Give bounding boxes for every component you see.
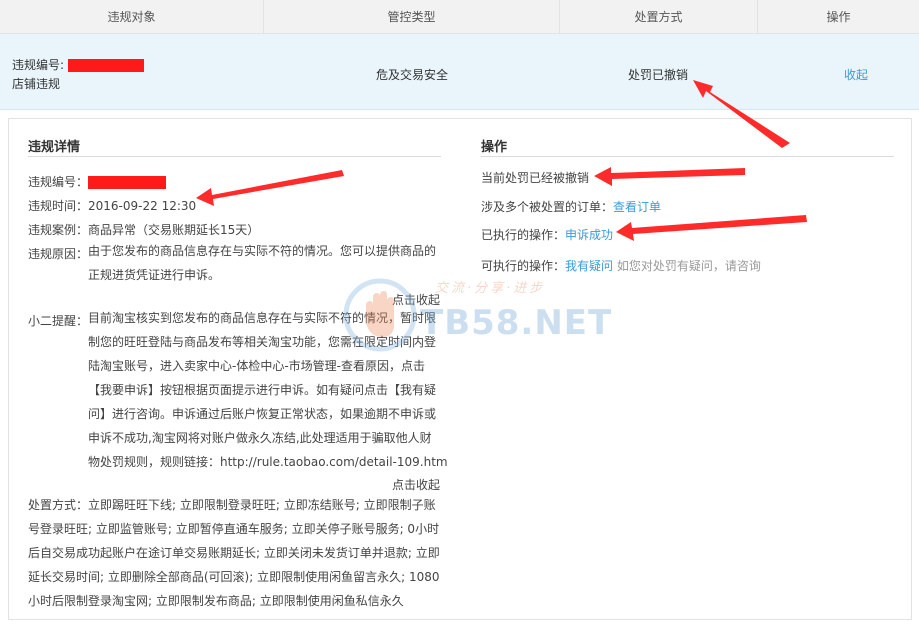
reason-line: 正规进货凭证进行申诉。 [88, 268, 221, 282]
detail-reason-label: 违规原因： [28, 247, 89, 261]
disposal-line: 号登录旺旺; 立即监管账号; 立即暂停直通车服务; 立即关停子账号服务; 0小时 [28, 522, 440, 536]
disposal-line: 处置方式：立即踢旺旺下线; 立即限制登录旺旺; 立即冻结账号; 立即限制子账 [28, 498, 436, 512]
have-question-link[interactable]: 我有疑问 [565, 259, 613, 273]
row-id: 违规编号: [12, 56, 144, 73]
detail-time-value: 2016-09-22 12:30 [88, 199, 197, 213]
available-row: 可执行的操作：我有疑问 如您对处罚有疑问，请咨询 [481, 257, 761, 274]
executed-row: 已执行的操作：申诉成功 [481, 226, 613, 243]
detail-id: 违规编号： [28, 173, 167, 190]
detail-panel: 违规详情 违规编号： 违规时间：2016-09-22 12:30 违规案例：商品… [8, 118, 912, 620]
redacted-detail-id [88, 176, 167, 189]
tip-line: 申诉不成功,淘宝网将对账户做永久冻结,此处理适用于骗取他人财 [88, 431, 432, 445]
detail-case-label: 违规案例： [28, 223, 89, 237]
disposal-line: 小时后限制登录淘宝网; 立即限制发布商品; 立即限制使用闲鱼私信永久 [28, 594, 404, 608]
row-id-label: 违规编号: [12, 58, 65, 72]
detail-case-value: 商品异常（交易账期延长15天） [88, 223, 260, 237]
details-divider [28, 156, 441, 157]
header-disposal: 处置方式 [560, 0, 758, 34]
operations-divider [481, 156, 894, 157]
detail-time: 违规时间：2016-09-22 12:30 [28, 197, 196, 214]
row-disposal: 处罚已撤销 [628, 68, 689, 82]
operations-title: 操作 [481, 140, 508, 155]
disposal-text: 处置方式：立即踢旺旺下线; 立即限制登录旺旺; 立即冻结账号; 立即限制子账 号… [28, 493, 448, 613]
available-label: 可执行的操作： [481, 259, 566, 273]
detail-id-label: 违规编号： [28, 175, 89, 189]
tip-line: 陆淘宝账号，进入卖家中心-体检中心-市场管理-查看原因，点击 [88, 359, 425, 373]
header-control-type: 管控类型 [264, 0, 560, 34]
tip-line: 物处罚规则，规则链接：http://rule.taobao.com/detail… [88, 455, 448, 469]
details-title: 违规详情 [28, 140, 81, 155]
row-control-type: 危及交易安全 [376, 68, 449, 82]
detail-case: 违规案例：商品异常（交易账期延长15天） [28, 221, 259, 238]
view-orders-link[interactable]: 查看订单 [613, 200, 661, 214]
violation-row: 违规编号: 店铺违规 危及交易安全 处罚已撤销 收起 [0, 34, 919, 110]
tip-label: 小二提醒： [28, 314, 89, 328]
header-action: 操作 [826, 10, 851, 24]
row-violation-type: 店铺违规 [12, 77, 61, 91]
tip-text: 目前淘宝核实到您发布的商品信息存在与实际不符的情况，暂时限 制您的旺旺登陆与商品… [88, 306, 448, 474]
orders-row: 涉及多个被处置的订单：查看订单 [481, 198, 661, 215]
detail-time-label: 违规时间： [28, 199, 89, 213]
disposal-line: 后自交易成功起账户在途订单交易账期延长; 立即关闭未发货订单并退款; 立即 [28, 546, 440, 560]
table-header: 违规对象 管控类型 处置方式 操作 [0, 0, 919, 34]
tip-line: 目前淘宝核实到您发布的商品信息存在与实际不符的情况，暂时限 [88, 311, 437, 325]
collapse-row-link[interactable]: 收起 [844, 66, 868, 83]
redacted-id [67, 59, 144, 72]
executed-label: 已执行的操作： [481, 228, 566, 242]
orders-label: 涉及多个被处置的订单： [481, 200, 614, 214]
collapse-tip-link[interactable]: 点击收起 [392, 476, 440, 493]
disposal-line: 延长交易时间; 立即删除全部商品(可回滚); 立即限制使用闲鱼留言永久; 108… [28, 570, 440, 584]
tip-line: 问】进行咨询。申诉通过后账户恢复正常状态，如果逾期不申诉或 [88, 407, 437, 421]
appeal-success-link[interactable]: 申诉成功 [565, 228, 613, 242]
tip-line: 【我要申诉】按钮根据页面提示进行申诉。如有疑问点击【我有疑 [88, 383, 437, 397]
header-violation-object: 违规对象 [0, 0, 264, 34]
reason-line: 由于您发布的商品信息存在与实际不符的情况。您可以提供商品的 [88, 244, 437, 258]
revoked-status: 当前处罚已经被撤销 [481, 171, 590, 185]
tip-line: 制您的旺旺登陆与商品发布等相关淘宝功能，您需在限定时间内登 [88, 335, 437, 349]
detail-reason-text: 由于您发布的商品信息存在与实际不符的情况。您可以提供商品的 正规进货凭证进行申诉… [88, 239, 448, 287]
available-hint: 如您对处罚有疑问，请咨询 [616, 259, 761, 273]
